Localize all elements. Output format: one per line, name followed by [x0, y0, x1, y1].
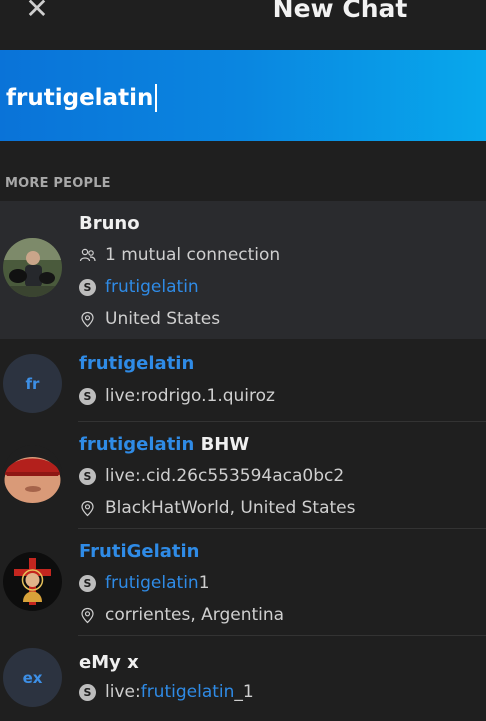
contact-name: frutigelatin	[79, 353, 194, 374]
skype-id: live:rodrigo.1.quiroz	[105, 386, 275, 406]
skype-id-line: S live: frutigelatin _1	[79, 682, 254, 702]
skype-id-line: S frutigelatin	[79, 277, 199, 297]
avatar-initials: fr	[25, 374, 40, 393]
skype-id-line: S live:.cid.26c553594aca0bc2	[79, 466, 344, 486]
page-title: New Chat	[272, 0, 408, 23]
location-line: corrientes, Argentina	[79, 605, 284, 625]
section-label-more-people: MORE PEOPLE	[5, 176, 111, 191]
text-caret	[155, 84, 158, 112]
contact-name-highlight: frutigelatin	[79, 434, 195, 455]
contact-result-frutigelatin[interactable]: fr frutigelatin S live:rodrigo.1.quiroz	[0, 340, 486, 422]
skype-id-rest: 1	[198, 573, 210, 593]
location-text: United States	[105, 309, 221, 329]
contact-result-frutigelatin-bhw[interactable]: frutigelatin BHW S live:.cid.26c553594ac…	[0, 422, 486, 528]
contact-name: frutigelatin BHW	[79, 434, 249, 455]
contact-name: eMy x	[79, 652, 139, 673]
location-text: BlackHatWorld, United States	[105, 498, 356, 518]
avatar: fr	[3, 354, 62, 413]
location-pin-icon	[81, 607, 94, 623]
skype-icon: S	[79, 467, 96, 485]
location-line: United States	[79, 309, 220, 329]
mutual-text: 1 mutual connection	[105, 245, 281, 265]
search-input-value: frutigelatin	[6, 85, 154, 111]
avatar	[3, 552, 62, 611]
location-pin-icon	[81, 500, 94, 516]
skype-icon: S	[79, 387, 96, 405]
contact-name: Bruno	[79, 213, 140, 234]
avatar	[3, 238, 62, 297]
contact-result-bruno[interactable]: Bruno 1 mutual connection S frutigelatin…	[0, 201, 486, 339]
mutual-connections: 1 mutual connection	[79, 245, 280, 265]
location-pin-icon	[81, 311, 94, 327]
skype-id-line: S live:rodrigo.1.quiroz	[79, 386, 275, 406]
skype-id-prefix: live:	[105, 682, 141, 702]
skype-icon: S	[79, 683, 96, 701]
contact-result-frutigelatin-ar[interactable]: FrutiGelatin S frutigelatin 1 corrientes,…	[0, 529, 486, 635]
people-icon	[79, 248, 96, 261]
location-text: corrientes, Argentina	[105, 605, 285, 625]
skype-icon: S	[79, 574, 96, 592]
skype-id-highlight: frutigelatin	[105, 573, 199, 593]
location-line: BlackHatWorld, United States	[79, 498, 356, 518]
skype-id: live:.cid.26c553594aca0bc2	[105, 466, 345, 486]
skype-id-line: S frutigelatin 1	[79, 573, 210, 593]
avatar: ex	[3, 648, 62, 707]
contact-result-emy-x[interactable]: ex eMy x S live: frutigelatin _1	[0, 636, 486, 721]
contact-name-highlight: frutigelatin	[79, 353, 195, 374]
contact-name-highlight: FrutiGelatin	[79, 541, 200, 562]
skype-id-highlight: frutigelatin	[140, 682, 235, 702]
close-icon: ✕	[25, 0, 49, 25]
contact-name: FrutiGelatin	[79, 541, 200, 562]
close-button[interactable]: ✕	[22, 0, 52, 24]
search-bar: frutigelatin	[0, 50, 486, 141]
skype-icon: S	[79, 278, 96, 296]
contact-name-rest: BHW	[194, 434, 250, 455]
header: ✕ New Chat	[0, 0, 486, 50]
skype-id-rest: _1	[234, 682, 254, 702]
avatar-initials: ex	[22, 668, 43, 687]
skype-id: frutigelatin	[105, 277, 199, 297]
search-input[interactable]: frutigelatin	[6, 81, 466, 115]
avatar	[3, 445, 62, 504]
